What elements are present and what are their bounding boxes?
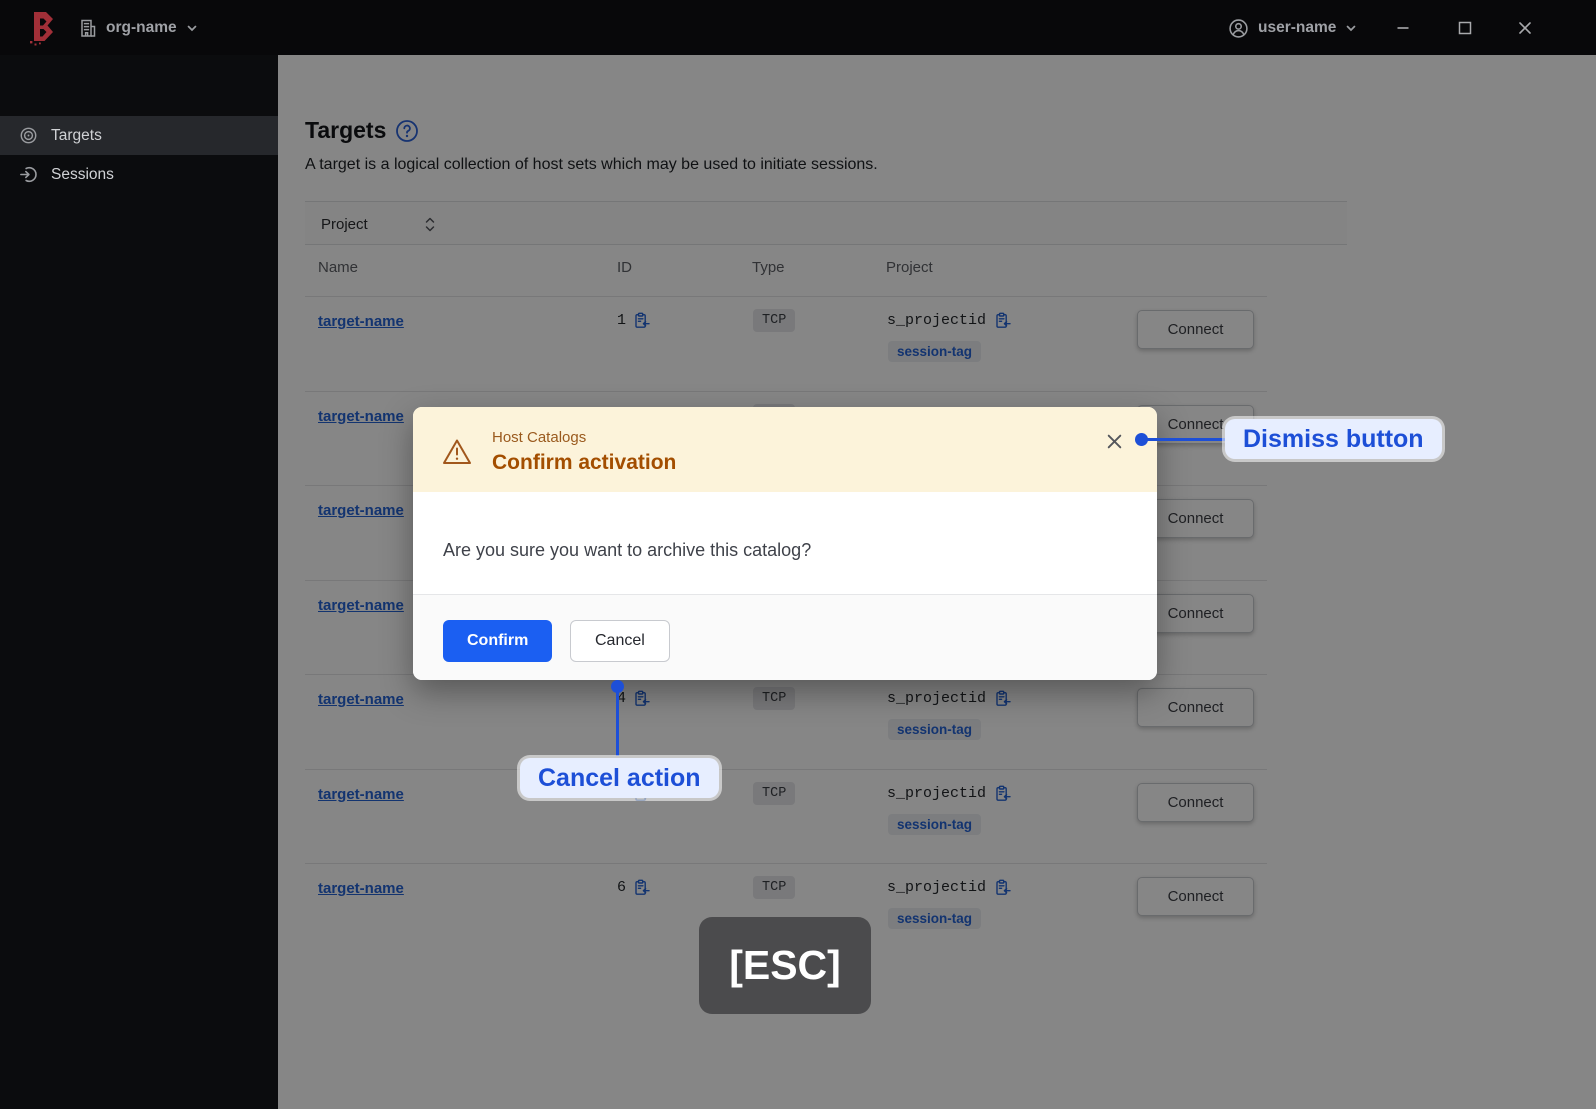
cancel-button[interactable]: Cancel	[570, 620, 670, 662]
warning-icon	[443, 439, 471, 464]
dismiss-button[interactable]	[1103, 430, 1125, 452]
dismiss-annotation-label: Dismiss button	[1225, 419, 1442, 459]
confirm-modal: Host Catalogs Confirm activation Are you…	[413, 407, 1157, 680]
titlebar: org-name user-name	[0, 0, 1596, 55]
boundary-logo	[30, 12, 53, 46]
confirm-button[interactable]: Confirm	[443, 620, 553, 662]
window-close-button[interactable]	[1516, 19, 1534, 37]
esc-key-hint: [ESC]	[699, 917, 871, 1014]
chevron-down-icon	[1347, 25, 1356, 32]
main-content: Targets A target is a logical collection…	[278, 55, 1596, 1109]
maximize-button[interactable]	[1456, 19, 1474, 37]
target-icon	[20, 127, 37, 144]
cancel-annotation-line	[616, 692, 619, 756]
chevron-down-icon	[187, 25, 196, 32]
modal-title: Confirm activation	[492, 451, 677, 474]
org-switcher[interactable]: org-name	[79, 14, 198, 42]
modal-footer: Confirm Cancel	[413, 594, 1157, 680]
sidebar-item-targets[interactable]: Targets	[0, 116, 278, 155]
sidebar: Targets Sessions	[0, 55, 278, 1109]
modal-eyebrow: Host Catalogs	[492, 429, 587, 446]
sidebar-item-label: Targets	[51, 126, 102, 144]
user-name-label: user-name	[1258, 19, 1337, 36]
close-icon	[1107, 434, 1121, 448]
modal-header: Host Catalogs Confirm activation	[413, 407, 1157, 492]
minimize-icon	[1397, 27, 1409, 29]
sidebar-item-label: Sessions	[51, 165, 114, 183]
maximize-icon	[1458, 21, 1472, 35]
user-menu[interactable]: user-name	[1228, 14, 1357, 42]
cancel-annotation-label: Cancel action	[520, 758, 719, 798]
org-name-label: org-name	[106, 19, 177, 36]
building-icon	[81, 19, 96, 37]
close-icon	[1519, 22, 1531, 34]
minimize-button[interactable]	[1394, 19, 1412, 37]
modal-body-text: Are you sure you want to archive this ca…	[443, 540, 812, 560]
sign-in-icon	[20, 167, 37, 182]
dismiss-annotation-line	[1141, 438, 1227, 441]
sidebar-item-sessions[interactable]: Sessions	[0, 155, 278, 194]
user-icon	[1229, 18, 1248, 38]
